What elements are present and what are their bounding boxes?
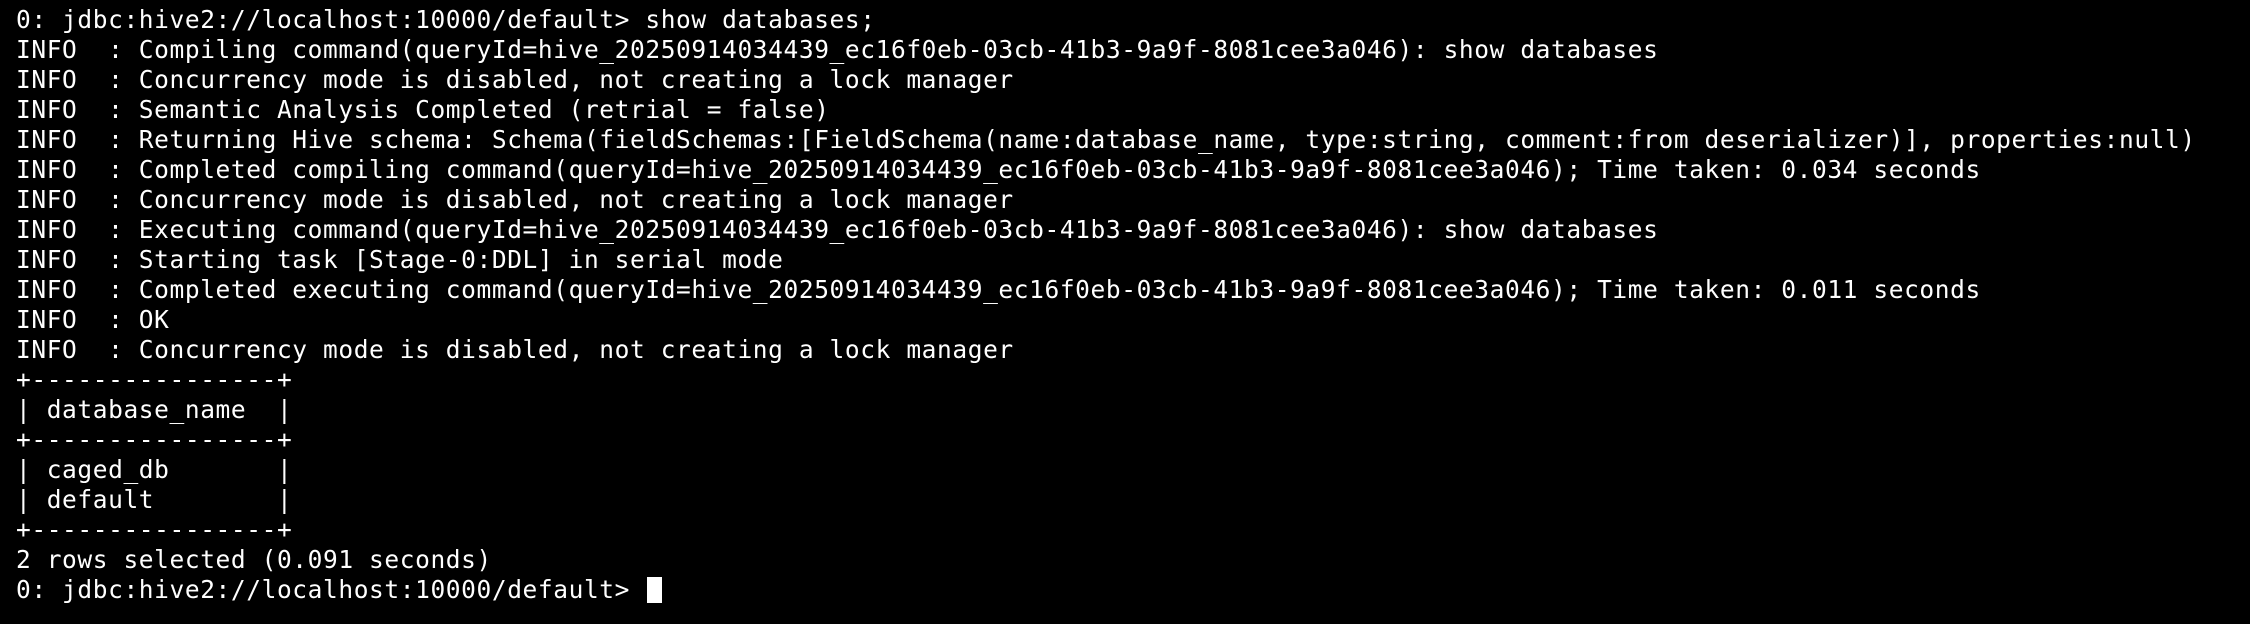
log-line: INFO : Executing command(queryId=hive_20… xyxy=(16,215,1659,244)
table-border: +----------------+ xyxy=(16,515,293,544)
terminal-window[interactable]: 0: jdbc:hive2://localhost:10000/default>… xyxy=(0,0,2250,624)
log-line: INFO : Concurrency mode is disabled, not… xyxy=(16,335,1014,364)
prompt-text: 0: jdbc:hive2://localhost:10000/default> xyxy=(16,575,646,604)
table-border: +----------------+ xyxy=(16,425,293,454)
cursor[interactable] xyxy=(647,577,663,603)
table-row: | default | xyxy=(16,485,293,514)
log-line: INFO : Completed compiling command(query… xyxy=(16,155,1981,184)
log-line: INFO : Compiling command(queryId=hive_20… xyxy=(16,35,1659,64)
log-line: INFO : Returning Hive schema: Schema(fie… xyxy=(16,125,2196,154)
log-line: INFO : Completed executing command(query… xyxy=(16,275,1981,304)
table-row: | caged_db | xyxy=(16,455,293,484)
input-line[interactable]: 0: jdbc:hive2://localhost:10000/default> xyxy=(16,575,2250,605)
table-border: +----------------+ xyxy=(16,365,293,394)
log-line: INFO : Concurrency mode is disabled, not… xyxy=(16,185,1014,214)
command-line: 0: jdbc:hive2://localhost:10000/default>… xyxy=(16,5,876,34)
log-line: INFO : Concurrency mode is disabled, not… xyxy=(16,65,1014,94)
table-header-row: | database_name | xyxy=(16,395,293,424)
result-summary: 2 rows selected (0.091 seconds) xyxy=(16,545,492,574)
log-line: INFO : Starting task [Stage-0:DDL] in se… xyxy=(16,245,784,274)
log-line: INFO : Semantic Analysis Completed (retr… xyxy=(16,95,830,124)
log-line: INFO : OK xyxy=(16,305,170,334)
